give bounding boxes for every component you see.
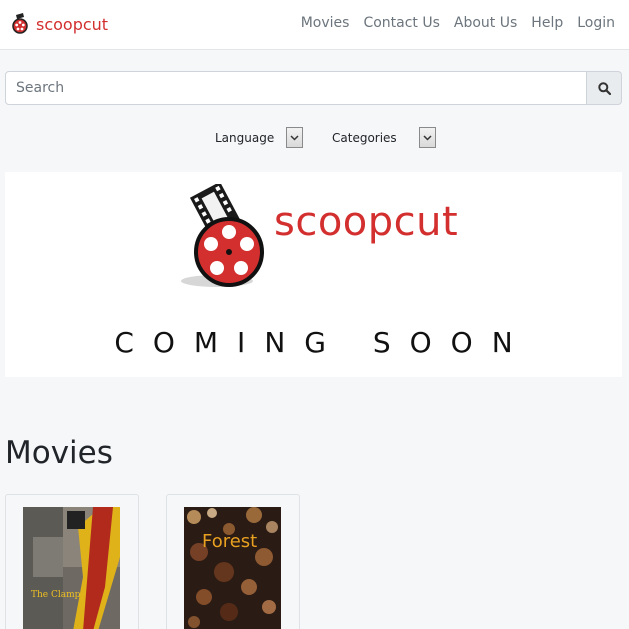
brand-logo-icon <box>12 13 28 34</box>
film-reel-logo-icon <box>181 184 264 287</box>
nav-links: Movies Contact Us About Us Help Login <box>287 15 615 31</box>
chevron-down-icon <box>423 134 432 141</box>
banner-brand-text: scoopcut <box>274 199 459 245</box>
filters: Language Categories <box>0 127 629 149</box>
categories-dropdown[interactable] <box>418 127 436 148</box>
search-input[interactable] <box>5 71 587 105</box>
movie-poster-clamp: The Clamp <box>23 507 120 629</box>
language-label: Language <box>215 130 275 145</box>
nav-link-login[interactable]: Login <box>577 15 615 31</box>
movie-card[interactable]: Forest <box>166 494 300 629</box>
categories-filter: Categories <box>332 127 436 148</box>
movies-heading: Movies <box>5 435 113 471</box>
brand-link[interactable]: scoopcut <box>10 13 108 35</box>
language-filter: Language <box>215 127 304 148</box>
movie-poster-forest: Forest <box>184 507 281 629</box>
nav-link-help[interactable]: Help <box>531 15 563 31</box>
coming-soon-banner: scoopcut COMING SOON <box>5 172 622 377</box>
search-button[interactable] <box>587 71 622 105</box>
nav-link-contact[interactable]: Contact Us <box>363 15 439 31</box>
categories-label: Categories <box>332 130 397 145</box>
poster-title: Forest <box>202 531 257 552</box>
coming-soon-text: COMING SOON <box>114 326 532 359</box>
language-dropdown[interactable] <box>286 127 304 148</box>
chevron-down-icon <box>290 134 299 141</box>
navbar: scoopcut Movies Contact Us About Us Help… <box>0 0 629 50</box>
search-bar <box>5 71 622 105</box>
nav-link-movies[interactable]: Movies <box>301 15 350 31</box>
poster-text: The Clamp <box>31 590 81 600</box>
brand-name: scoopcut <box>36 14 109 34</box>
nav-link-about[interactable]: About Us <box>454 15 517 31</box>
search-icon <box>597 81 611 95</box>
movie-card[interactable]: The Clamp <box>5 494 139 629</box>
